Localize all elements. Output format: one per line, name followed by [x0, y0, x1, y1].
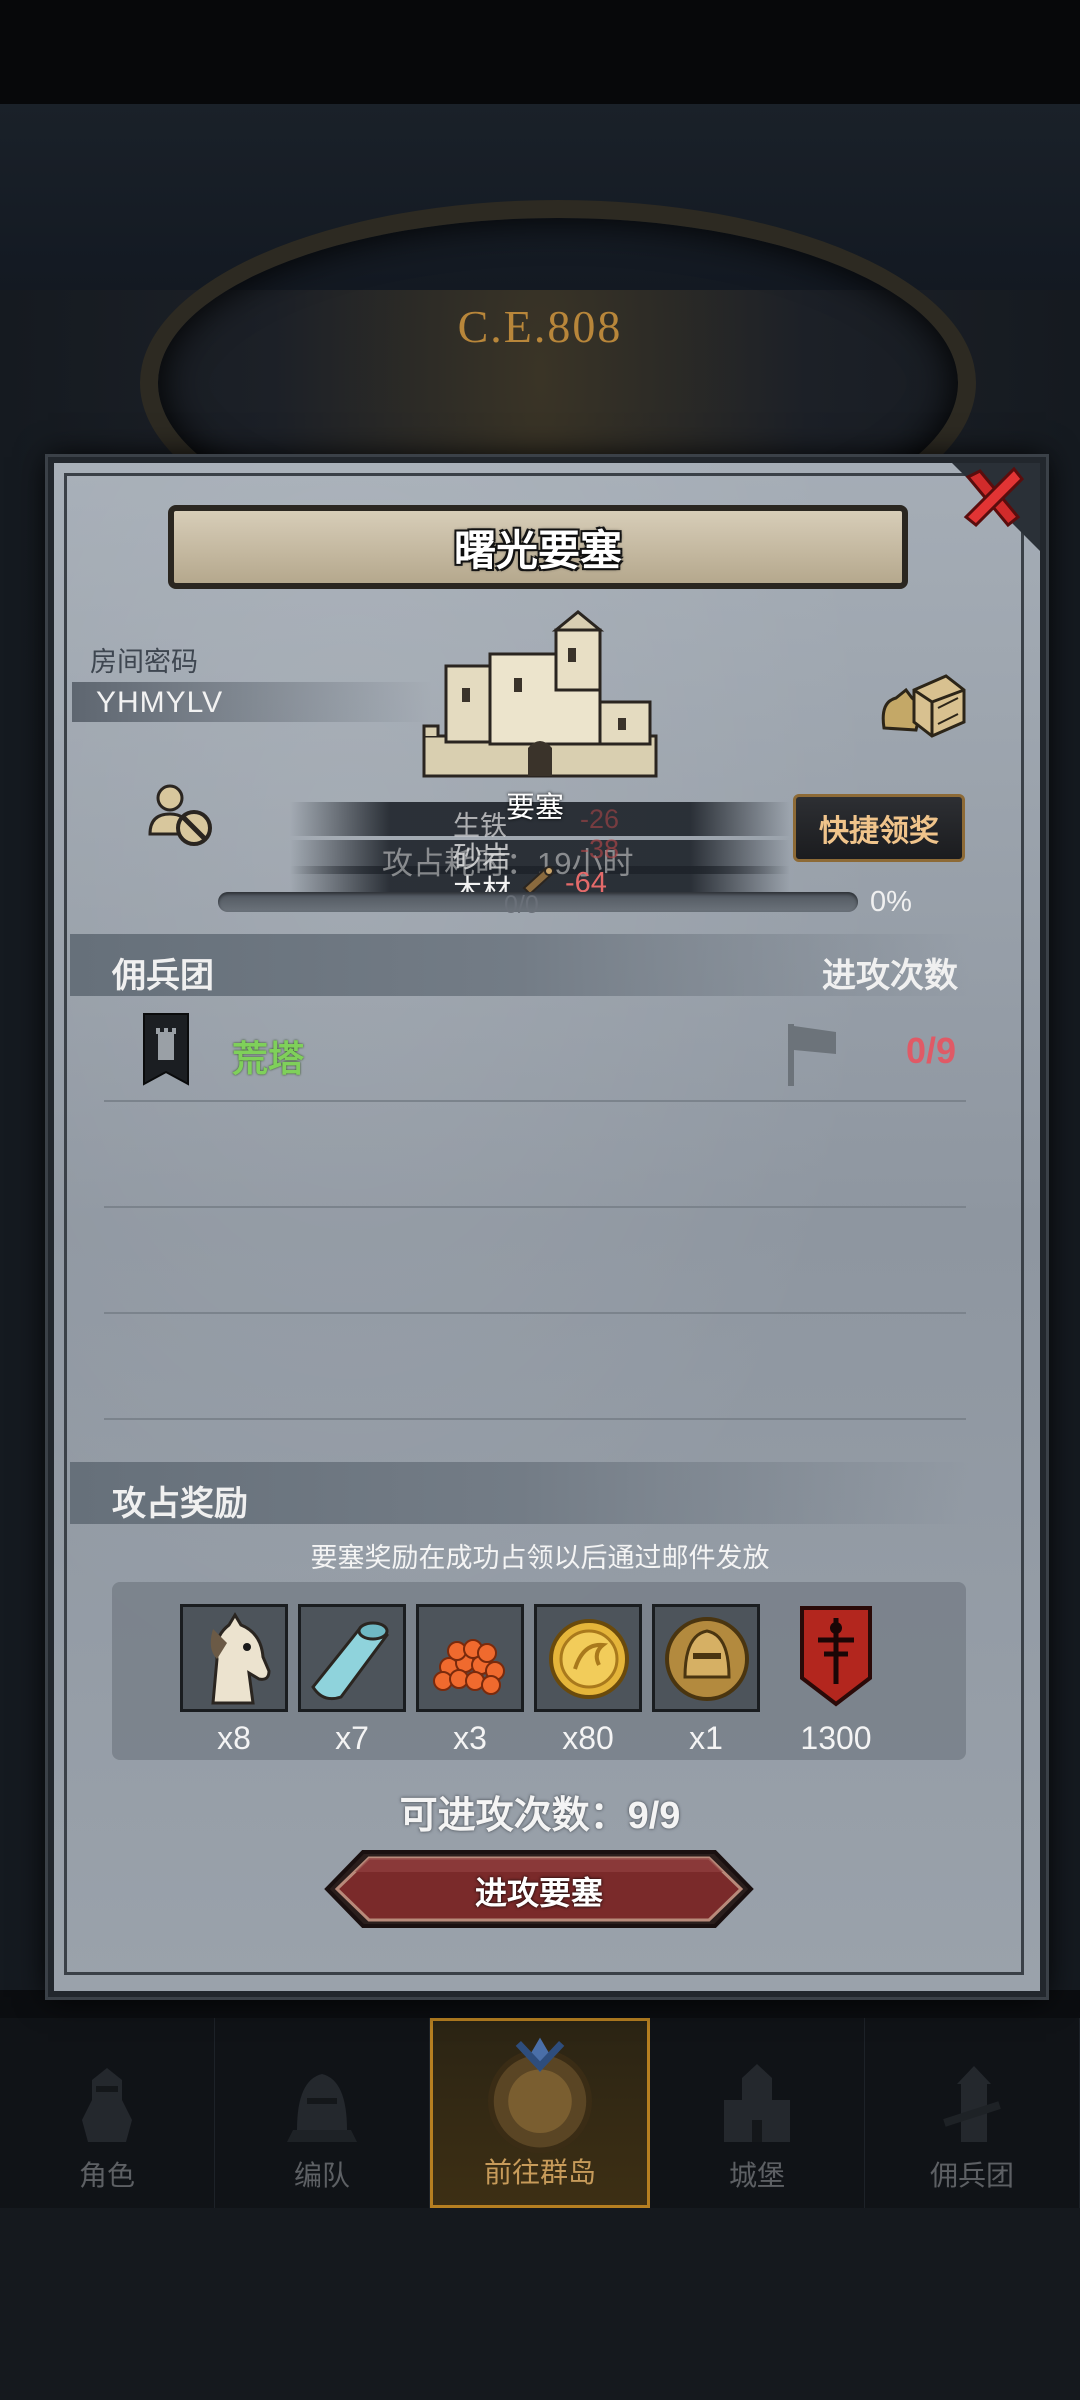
wood-log-icon — [522, 866, 554, 894]
nav-item-islands[interactable]: 前往群岛 — [430, 2018, 650, 2208]
resource-iron-value: -26 — [580, 804, 620, 834]
reward-qty: x1 — [689, 1720, 723, 1756]
red-banner-icon — [800, 1606, 872, 1707]
close-button[interactable] — [958, 463, 1028, 533]
rewards-note: 要塞奖励在成功占领以后通过邮件发放 — [310, 1543, 770, 1573]
storage-icon[interactable] — [876, 668, 968, 740]
room-code-label: 房间密码 — [90, 647, 198, 677]
row-divider — [104, 1312, 966, 1314]
reward-slot-cloth[interactable] — [298, 1604, 406, 1712]
reward-qty: x3 — [453, 1720, 487, 1756]
room-code-value[interactable]: YHMYLV — [96, 686, 223, 720]
reward-slot-coin[interactable] — [534, 1604, 642, 1712]
reward-slot-berries[interactable] — [416, 1604, 524, 1712]
helmet-icon — [287, 2074, 357, 2142]
capture-progress-count: 0/0 — [504, 891, 539, 919]
reward-qty: 1300 — [800, 1720, 872, 1756]
row-divider — [104, 1418, 966, 1420]
mercenary-banner-icon — [143, 1013, 189, 1086]
reward-qty: x80 — [562, 1720, 614, 1756]
reward-qty: x7 — [335, 1720, 369, 1756]
reward-slot-medal[interactable] — [652, 1604, 760, 1712]
reward-slot-horse[interactable] — [180, 1604, 288, 1712]
attack-fortress-button[interactable] — [323, 1848, 755, 1930]
attack-count-header: 进攻次数 — [822, 957, 958, 995]
mercenary-name[interactable]: 荒塔 — [232, 1030, 304, 1082]
reward-slot-banner[interactable] — [798, 1604, 874, 1708]
compass-icon — [488, 2037, 592, 2154]
dialog-title: 曙光要塞 — [453, 526, 622, 574]
nav-label: 佣兵团 — [929, 2160, 1014, 2191]
era-year: C.E.808 — [457, 301, 623, 352]
remaining-attacks-text: 可进攻次数：9/9 — [399, 1795, 681, 1837]
bottom-nav: 角色 编队 前往群岛 城堡 佣兵团 — [0, 2018, 1080, 2208]
nav-item-castle[interactable]: 城堡 — [650, 2018, 865, 2208]
nav-label: 前往群岛 — [483, 2157, 596, 2188]
rewards-header: 攻占奖励 — [112, 1485, 248, 1523]
quick-claim-button[interactable]: 快捷领奖 — [793, 794, 965, 862]
berries-icon — [419, 1607, 521, 1709]
knight-icon — [82, 2068, 132, 2142]
bottom-area — [0, 2208, 1080, 2400]
row-divider — [104, 1206, 966, 1208]
helmet-medal-icon — [655, 1607, 757, 1709]
nav-item-character[interactable]: 角色 — [0, 2018, 215, 2208]
horse-icon — [183, 1607, 285, 1709]
close-icon — [963, 466, 1025, 528]
cloth-roll-icon — [301, 1607, 403, 1709]
tower-icon — [943, 2066, 1001, 2142]
fort-label: 要塞 — [506, 792, 565, 824]
flag-icon — [788, 1024, 836, 1086]
capture-progress-percent: 0% — [870, 886, 912, 918]
row-divider — [104, 1100, 966, 1102]
nav-item-formation[interactable]: 编队 — [215, 2018, 430, 2208]
reward-qty: x8 — [217, 1720, 251, 1756]
mercenaries-header: 佣兵团 — [112, 957, 214, 995]
nav-item-mercenaries[interactable]: 佣兵团 — [865, 2018, 1080, 2208]
title-banner: 曙光要塞 — [168, 505, 908, 589]
mercenary-attack-count: 0/9 — [906, 1030, 957, 1071]
nav-label: 城堡 — [728, 2160, 785, 2191]
castle-icon — [422, 610, 658, 778]
gold-coin-icon — [537, 1607, 639, 1709]
top-status-area — [0, 0, 1080, 104]
user-blocked-icon[interactable] — [146, 782, 216, 850]
castle-icon — [724, 2064, 790, 2142]
nav-label: 角色 — [78, 2160, 135, 2191]
resource-sandstone-value: -38 — [580, 834, 620, 864]
nav-label: 编队 — [293, 2160, 350, 2191]
